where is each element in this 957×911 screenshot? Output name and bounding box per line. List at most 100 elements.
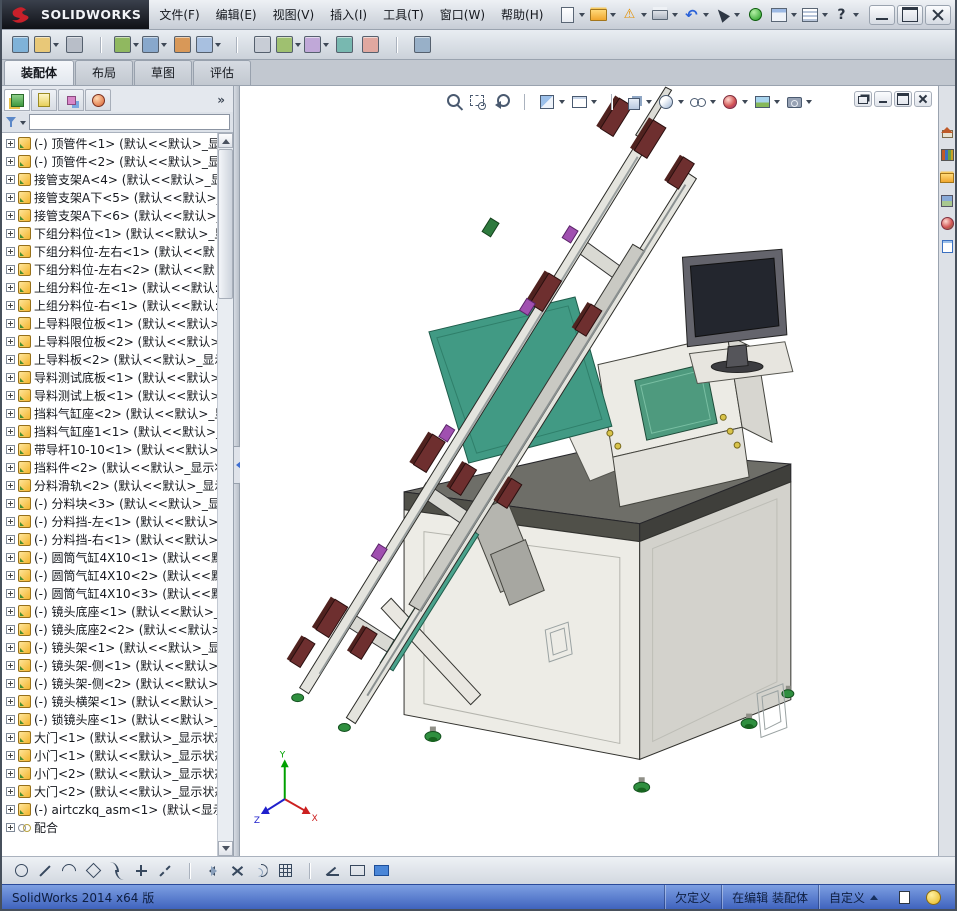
attach-icon[interactable] bbox=[62, 33, 86, 57]
save-warning-icon[interactable]: ⚠ bbox=[619, 3, 648, 27]
tree-item[interactable]: (-) 镜头横架<1> (默认<<默认>_! bbox=[2, 692, 217, 710]
annotation-view-icon[interactable] bbox=[569, 91, 598, 113]
tree-item[interactable]: (-) airtczkq_asm<1> (默认<显示状 bbox=[2, 800, 217, 818]
expand-icon[interactable] bbox=[6, 318, 15, 328]
tree-item[interactable]: (-) 分料挡-右<1> (默认<<默认> bbox=[2, 530, 217, 548]
apply-scene-icon[interactable] bbox=[752, 91, 781, 113]
tree-item[interactable]: (-) 顶管件<1> (默认<<默认>_显 bbox=[2, 134, 217, 152]
tree-item[interactable]: 小门<2> (默认<<默认>_显示状态 bbox=[2, 764, 217, 782]
tree-item[interactable]: 挡料件<2> (默认<<默认>_显示状 bbox=[2, 458, 217, 476]
monitor[interactable] bbox=[681, 248, 794, 385]
expand-icon[interactable] bbox=[6, 246, 15, 256]
tree-item[interactable]: 上组分料位-左<1> (默认<<默认: bbox=[2, 278, 217, 296]
expand-icon[interactable] bbox=[6, 588, 15, 598]
graphics-viewport[interactable]: Y X Z bbox=[240, 86, 938, 856]
expand-icon[interactable] bbox=[6, 264, 15, 274]
open-icon[interactable] bbox=[588, 3, 617, 27]
menu-item[interactable]: 文件(F) bbox=[151, 2, 207, 27]
custom-properties-icon[interactable] bbox=[940, 239, 955, 254]
filter-funnel-icon[interactable] bbox=[5, 116, 17, 128]
tree-item[interactable]: 上导料限位板<1> (默认<<默认> bbox=[2, 314, 217, 332]
expand-icon[interactable] bbox=[6, 768, 15, 778]
tree-item[interactable]: 接管支架A下<6> (默认<<默认>_ bbox=[2, 206, 217, 224]
undo-icon[interactable]: ↶ bbox=[681, 3, 710, 27]
tree-item[interactable]: 带导杆10-10<1> (默认<<默认>_ bbox=[2, 440, 217, 458]
expand-icon[interactable] bbox=[6, 210, 15, 220]
expand-icon[interactable] bbox=[6, 804, 15, 814]
tree-item[interactable]: 大门<1> (默认<<默认>_显示状态 bbox=[2, 728, 217, 746]
print-icon[interactable] bbox=[650, 3, 679, 27]
mirror-entities-icon[interactable] bbox=[202, 860, 224, 882]
linear-pattern-icon[interactable] bbox=[274, 860, 296, 882]
view-palette-icon[interactable] bbox=[940, 193, 955, 208]
filter-input[interactable] bbox=[29, 114, 230, 130]
tab-sketch[interactable]: 草图 bbox=[134, 60, 193, 85]
hide-show-items-icon[interactable] bbox=[688, 91, 717, 113]
expand-icon[interactable] bbox=[6, 606, 15, 616]
spline-tool-icon[interactable] bbox=[106, 860, 128, 882]
angle-snap-icon[interactable] bbox=[322, 860, 344, 882]
expand-icon[interactable] bbox=[6, 786, 15, 796]
tree-item[interactable]: 挡料气缸座1<1> (默认<<默认>_ bbox=[2, 422, 217, 440]
view-settings-icon[interactable] bbox=[784, 91, 813, 113]
exploded-view-icon[interactable] bbox=[358, 33, 382, 57]
tree-item[interactable]: 接管支架A下<5> (默认<<默认>_ bbox=[2, 188, 217, 206]
expand-icon[interactable] bbox=[6, 444, 15, 454]
expand-icon[interactable] bbox=[6, 570, 15, 580]
tree-item[interactable]: 导料测试底板<1> (默认<<默认> bbox=[2, 368, 217, 386]
expand-icon[interactable] bbox=[6, 228, 15, 238]
edit-component-icon[interactable] bbox=[8, 33, 32, 57]
tree-item[interactable]: 小门<1> (默认<<默认>_显示状态 bbox=[2, 746, 217, 764]
expand-icon[interactable] bbox=[6, 174, 15, 184]
expand-icon[interactable] bbox=[6, 696, 15, 706]
machine-assembly-model[interactable]: Y X Z bbox=[240, 86, 938, 856]
expand-icon[interactable] bbox=[6, 372, 15, 382]
linear-component-pattern-icon[interactable] bbox=[142, 33, 168, 57]
help-icon[interactable]: ? bbox=[831, 3, 860, 27]
configurationmanager-tab[interactable] bbox=[58, 89, 84, 111]
viewport-close-icon[interactable] bbox=[914, 91, 932, 107]
previous-view-icon[interactable] bbox=[491, 91, 511, 113]
expand-icon[interactable] bbox=[6, 678, 15, 688]
expand-icon[interactable] bbox=[6, 480, 15, 490]
menu-item[interactable]: 视图(V) bbox=[265, 2, 323, 27]
tree-item[interactable]: 导料测试上板<1> (默认<<默认> bbox=[2, 386, 217, 404]
tree-item[interactable]: 上导料限位板<2> (默认<<默认> bbox=[2, 332, 217, 350]
new-motion-study-icon[interactable] bbox=[332, 33, 356, 57]
window-minimize-icon[interactable] bbox=[869, 4, 895, 25]
scrollbar-thumb[interactable] bbox=[218, 149, 233, 299]
tree-item[interactable]: 分料滑轨<2> (默认<<默认>_显示 bbox=[2, 476, 217, 494]
show-hidden-components-icon[interactable] bbox=[250, 33, 274, 57]
tree-item[interactable]: 大门<2> (默认<<默认>_显示状态 bbox=[2, 782, 217, 800]
custom-status-dropdown[interactable]: 自定义 bbox=[817, 885, 888, 909]
arc-tool-icon[interactable] bbox=[58, 860, 80, 882]
window-maximize-icon[interactable] bbox=[897, 4, 923, 25]
expand-icon[interactable] bbox=[6, 732, 15, 742]
tab-assembly[interactable]: 装配体 bbox=[4, 60, 75, 85]
expand-icon[interactable] bbox=[6, 300, 15, 310]
tab-layout[interactable]: 布局 bbox=[75, 60, 134, 85]
appearances-icon[interactable] bbox=[940, 216, 955, 231]
trim-entities-icon[interactable] bbox=[226, 860, 248, 882]
tree-item[interactable]: 接管支架A<4> (默认<<默认>_显 bbox=[2, 170, 217, 188]
circle-tool-icon[interactable] bbox=[10, 860, 32, 882]
zoom-fit-icon[interactable] bbox=[445, 91, 465, 113]
solidworks-resources-icon[interactable] bbox=[940, 124, 955, 139]
tree-item[interactable]: (-) 顶管件<2> (默认<<默认>_显 bbox=[2, 152, 217, 170]
tree-item[interactable]: 下组分料位-左右<2> (默认<<默 bbox=[2, 260, 217, 278]
file-explorer-icon[interactable] bbox=[940, 170, 955, 185]
expand-icon[interactable] bbox=[6, 714, 15, 724]
point-tool-icon[interactable] bbox=[130, 860, 152, 882]
scroll-down-icon[interactable] bbox=[218, 841, 233, 856]
status-doc-icon[interactable] bbox=[892, 885, 916, 909]
tree-item[interactable]: (-) 分料挡-左<1> (默认<<默认>_ bbox=[2, 512, 217, 530]
new-document-icon[interactable] bbox=[557, 3, 586, 27]
expand-icon[interactable] bbox=[6, 192, 15, 202]
design-library-icon[interactable] bbox=[940, 147, 955, 162]
edit-appearance-icon[interactable] bbox=[720, 91, 749, 113]
instant3d-icon[interactable] bbox=[410, 33, 434, 57]
menu-item[interactable]: 窗口(W) bbox=[432, 2, 493, 27]
line-tool-icon[interactable] bbox=[34, 860, 56, 882]
expand-icon[interactable] bbox=[6, 426, 15, 436]
reference-geometry-icon[interactable] bbox=[304, 33, 330, 57]
